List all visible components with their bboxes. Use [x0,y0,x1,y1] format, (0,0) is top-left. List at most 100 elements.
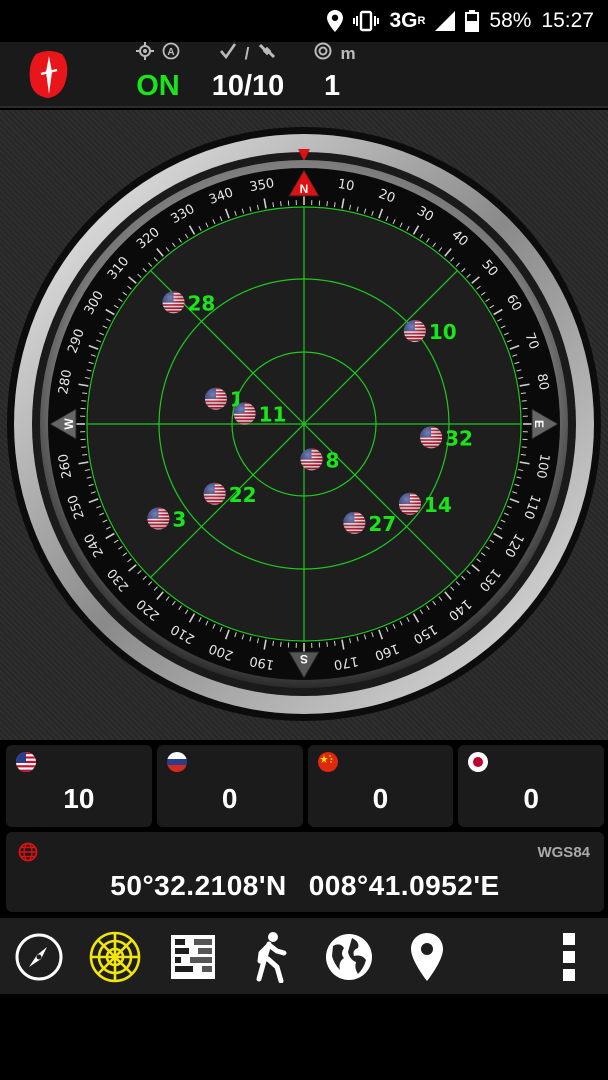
dial-tick [81,446,87,448]
usa-flag-icon [300,448,323,471]
satellite-11[interactable]: 11 [233,402,287,427]
compass-icon [15,933,63,981]
position-panel[interactable]: WGS84 50°32.2108'N 008°41.0952'E [6,832,604,912]
latitude-value: 50°32.2108'N [110,870,287,901]
app-logo[interactable] [26,50,72,100]
satellite-prn-label: 8 [326,448,340,472]
dial-tick [280,641,282,647]
walking-button[interactable] [244,930,298,984]
satellite-prn-label: 3 [172,508,186,532]
russia-flag-icon [166,752,187,772]
qzss-count-card[interactable]: 0 [458,745,604,827]
constellation-counts: 10 0 0 0 [6,745,604,827]
usa-flag-icon [343,511,366,534]
battery-icon [465,10,480,32]
satellite-prn-label: 11 [259,403,287,427]
dial-tick [521,400,527,402]
qzss-count: 0 [523,783,539,814]
dial-tick [333,202,336,208]
radar-button[interactable] [88,930,142,984]
usa-flag-icon [233,402,256,425]
satellite-32[interactable]: 32 [420,426,473,450]
network-type: 3G R [389,9,425,33]
system-nav-area [0,994,608,1080]
satellite-22[interactable]: 22 [203,482,257,507]
beidou-count-card[interactable]: 0 [307,745,454,827]
vibrate-icon [353,10,380,32]
app-header: A ON / 10/10 m 1 [0,41,608,108]
gps-status: A ON [128,41,188,108]
svg-text:W: W [62,418,76,430]
auto-icon: A [162,42,180,67]
accuracy-value: 1 [324,70,341,102]
satellite-28[interactable]: 28 [162,291,216,315]
satellite-27[interactable]: 27 [343,511,396,536]
more-vert-icon [563,933,575,981]
satellite-prn-label: 10 [429,320,457,344]
checkmark-icon [219,42,237,67]
satellites-used: / 10/10 [200,42,296,108]
clock: 15:27 [541,9,594,32]
datum-label: WGS84 [537,844,590,861]
glonass-count-card[interactable]: 0 [156,745,303,827]
usa-flag-icon [203,482,226,505]
svg-text:S: S [300,652,308,666]
svg-text:N: N [300,182,309,196]
gps-fix-icon [136,41,154,67]
satellite-10[interactable]: 10 [403,320,457,344]
dial-tick [82,453,88,456]
satellite-14[interactable]: 14 [398,492,452,517]
usa-flag-icon [204,387,227,410]
satellite-prn-label: 14 [424,493,452,517]
dial-tick [520,392,526,395]
globe-icon [326,934,372,980]
roaming-indicator: R [417,15,426,27]
location-button[interactable] [400,930,454,984]
beidou-count: 0 [372,783,389,814]
accuracy-icon [314,42,332,67]
svg-text:E: E [532,420,546,428]
dial-tick [326,201,328,207]
status-bar: 3G R 58% 15:27 [0,0,608,42]
bottom-toolbar [0,918,608,994]
usa-flag-icon [147,507,170,530]
satellite-prn-label: 22 [229,483,257,507]
satellite-icon [257,42,277,67]
longitude-value: 008°41.0952'E [308,870,500,901]
usa-flag-icon [420,426,443,449]
usa-flag-icon [403,320,426,343]
gps-count-card[interactable]: 10 [6,745,152,827]
globe-button[interactable] [322,930,376,984]
usa-flag-icon [162,291,185,314]
map-pin-icon [411,933,443,981]
dial-tick [81,400,87,402]
dial-tick [82,392,88,395]
compass-button[interactable] [12,930,66,984]
china-flag-icon [317,752,338,772]
dial-tick [272,640,275,646]
satellite-prn-label: 28 [188,291,216,315]
globe-icon [18,842,38,862]
gps-state-value: ON [136,70,180,102]
signal-bars-icon [171,935,215,979]
usa-flag-icon [16,752,36,772]
degree-label: 80 [534,373,552,392]
degree-label: 10 [337,177,356,195]
japan-flag-icon [468,752,489,772]
signal-strength-button[interactable] [166,930,220,984]
glonass-count: 0 [221,783,238,814]
radar-icon [89,931,141,983]
satellite-prn-label: 32 [445,426,473,450]
usa-flag-icon [398,492,421,515]
accuracy: m 1 [304,42,366,108]
skyplot[interactable]: 1020304050607080100110120130140150160170… [0,110,608,740]
walking-icon [256,932,287,983]
dial-tick [520,453,526,456]
location-icon [327,10,344,32]
signal-icon [435,11,456,31]
sats-used-value: 10/10 [211,70,285,102]
satellite-prn-label: 27 [368,512,396,536]
more-options-button[interactable] [542,930,596,984]
dial-tick [280,201,282,207]
dial-tick [326,641,328,647]
